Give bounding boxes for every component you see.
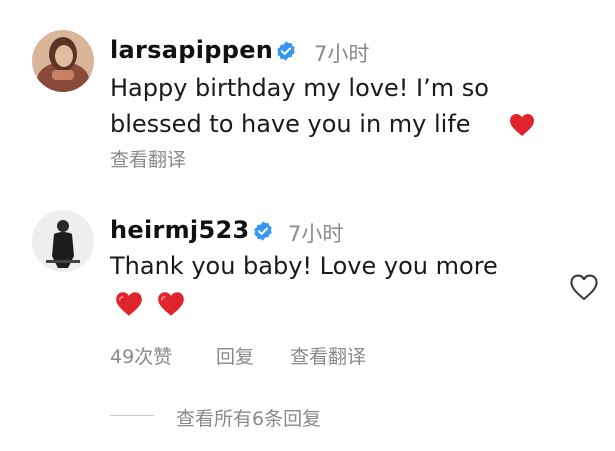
comment-username[interactable]: heirmj523 xyxy=(110,216,249,244)
replies-divider xyxy=(110,415,154,416)
verified-badge-icon xyxy=(277,41,295,61)
reply-button[interactable]: 回复 xyxy=(216,342,254,369)
avatar-photo xyxy=(32,210,94,272)
avatar[interactable] xyxy=(32,210,94,272)
translate-button[interactable]: 查看翻译 xyxy=(290,342,366,369)
comment-username[interactable]: larsapippen xyxy=(110,36,273,64)
red-heart-emoji xyxy=(510,114,534,136)
likes-count[interactable]: 49次赞 xyxy=(110,342,172,369)
red-heart-emoji xyxy=(116,292,142,316)
comment-text-line-1: Happy birthday my love! I’m so xyxy=(110,74,489,102)
translate-button[interactable]: 查看翻译 xyxy=(110,145,186,172)
comment-time: 7小时 xyxy=(314,42,370,66)
avatar-photo xyxy=(32,30,94,92)
view-all-replies-button[interactable]: 查看所有6条回复 xyxy=(176,404,321,431)
verified-badge-icon xyxy=(254,221,272,241)
comment-text-line-2: blessed to have you in my life xyxy=(110,110,471,138)
avatar[interactable] xyxy=(32,30,94,92)
heart-outline-icon[interactable] xyxy=(568,272,600,302)
red-heart-emoji xyxy=(158,292,184,316)
comment-time: 7小时 xyxy=(288,222,344,246)
comments-screen: { "comments": [ { "username": "larsapipp… xyxy=(0,0,615,451)
comment-text-line-1: Thank you baby! Love you more xyxy=(110,252,498,280)
